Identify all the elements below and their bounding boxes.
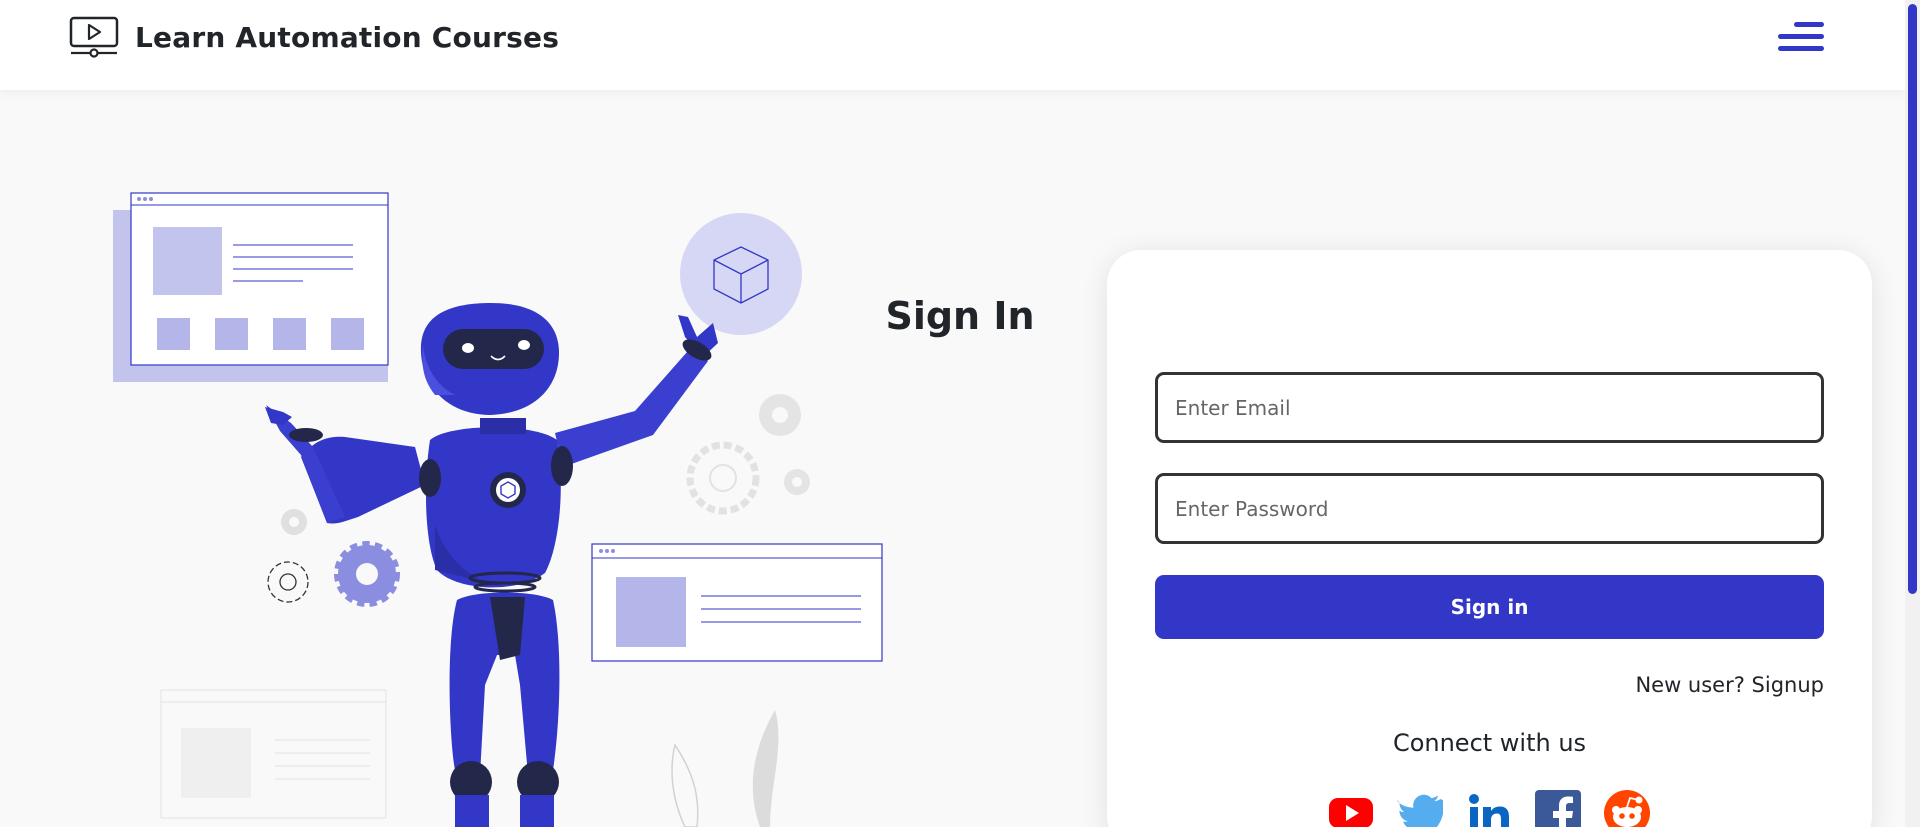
password-field[interactable] <box>1155 473 1824 544</box>
signup-link[interactable]: New user? Signup <box>1635 673 1824 697</box>
reddit-icon[interactable] <box>1604 790 1650 827</box>
social-links <box>1328 790 1658 827</box>
twitter-icon[interactable] <box>1397 790 1443 827</box>
brand-link[interactable]: Learn Automation Courses <box>69 16 559 58</box>
signin-button[interactable]: Sign in <box>1155 575 1824 639</box>
email-field[interactable] <box>1155 372 1824 443</box>
top-navbar: Learn Automation Courses <box>0 0 1905 90</box>
linkedin-icon[interactable] <box>1466 790 1512 827</box>
robot-illustration <box>113 192 883 827</box>
connect-heading: Connect with us <box>1392 729 1587 757</box>
brand-name: Learn Automation Courses <box>135 20 560 54</box>
video-course-icon <box>69 16 119 58</box>
vertical-scrollbar[interactable] <box>1905 0 1920 827</box>
browser-window-illustration <box>113 192 389 382</box>
page-title: Sign In <box>885 294 1035 338</box>
facebook-icon[interactable] <box>1535 790 1581 827</box>
hamburger-menu-icon[interactable] <box>1774 20 1824 56</box>
youtube-icon[interactable] <box>1328 790 1374 827</box>
browser-window-illustration <box>591 543 883 662</box>
